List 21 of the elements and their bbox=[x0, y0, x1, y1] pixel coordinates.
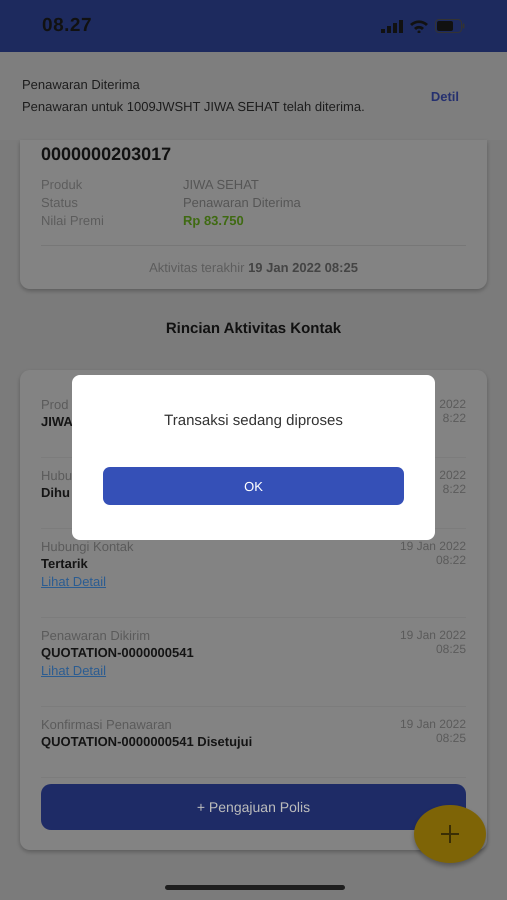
premium-value: Rp 83.750 bbox=[183, 212, 245, 228]
activity-value: JIWA bbox=[41, 413, 73, 431]
notification-title: Penawaran Diterima bbox=[22, 76, 141, 92]
activity-value: Tertarik bbox=[41, 555, 89, 573]
notification-message: Penawaran untuk 1009JWSHT JIWA SEHAT telah diterima. bbox=[22, 98, 366, 116]
activity-value: QUOTATION-0000000541 bbox=[41, 644, 194, 662]
plus-icon bbox=[440, 824, 460, 844]
dialog-message: Transaksi sedang diproses bbox=[164, 412, 343, 429]
wifi-icon bbox=[409, 19, 429, 33]
detail-link[interactable]: Lihat Detail bbox=[41, 573, 134, 591]
battery-icon bbox=[435, 19, 465, 33]
clock: 08.27 bbox=[42, 15, 92, 37]
detail-link[interactable]: Detil bbox=[430, 88, 459, 104]
signal-icon bbox=[381, 20, 403, 32]
submit-policy-button[interactable]: + Pengajuan Polis bbox=[41, 784, 466, 830]
detail-link[interactable]: Lihat Detail bbox=[41, 662, 194, 680]
contact-number: 0000000203017 bbox=[41, 144, 172, 165]
ok-button[interactable]: OK bbox=[103, 467, 404, 505]
section-title: Rincian Aktivitas Kontak bbox=[164, 320, 342, 337]
activity-value: Dihu bbox=[41, 484, 71, 502]
activity-value: QUOTATION-0000000541 Disetujui bbox=[41, 733, 252, 751]
